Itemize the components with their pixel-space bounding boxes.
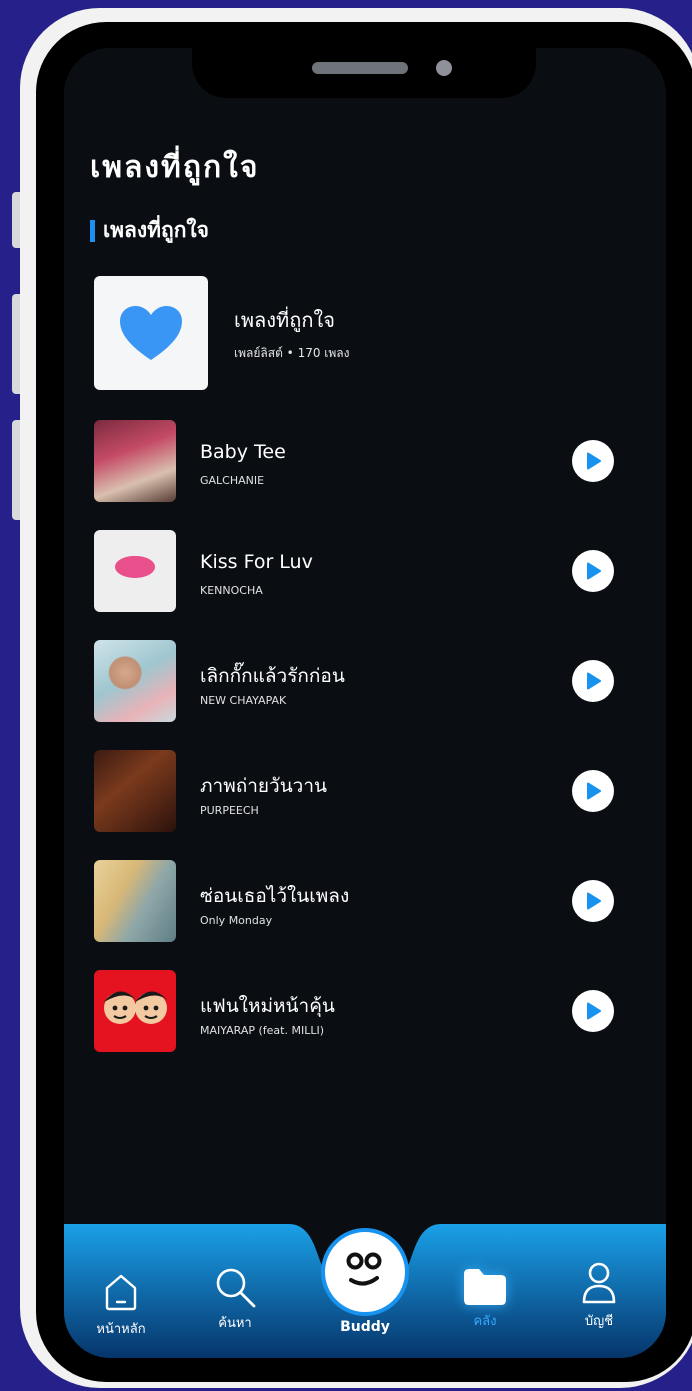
album-cover (94, 530, 176, 612)
nav-library-label: คลัง (473, 1314, 497, 1329)
search-icon (216, 1268, 256, 1308)
album-cover (94, 640, 176, 722)
folder-icon (464, 1269, 506, 1305)
song-artist: PURPEECH (200, 804, 259, 817)
play-icon (587, 782, 601, 800)
song-artist: KENNOCHA (200, 584, 263, 597)
nav-home-label: หน้าหลัก (96, 1322, 146, 1337)
song-artist: MAIYARAP (feat. MILLI) (200, 1024, 325, 1037)
playlist-cover (94, 276, 208, 390)
song-row[interactable]: แฟนใหม่หน้าคุ้น MAIYARAP (feat. MILLI) (94, 970, 624, 1080)
heart-icon (120, 306, 182, 360)
playlist-name: เพลงที่ถูกใจ (234, 307, 335, 332)
song-artist: Only Monday (200, 914, 273, 927)
play-button[interactable] (572, 550, 614, 592)
page-title: เพลงที่ถูกใจ (90, 150, 260, 185)
song-row[interactable]: ซ่อนเธอไว้ในเพลง Only Monday (94, 860, 624, 970)
nav-search-label: ค้นหา (218, 1316, 252, 1331)
user-icon (582, 1262, 616, 1304)
bottom-navigation-bar: หน้าหลัก ค้นหา Buddy คลัง บัญชี (64, 1224, 666, 1358)
section-header: เพลงที่ถูกใจ (90, 214, 209, 247)
song-row[interactable]: เลิกกั๊กแล้วรักก่อน NEW CHAYAPAK (94, 640, 624, 750)
song-artist: NEW CHAYAPAK (200, 694, 287, 707)
play-button[interactable] (572, 990, 614, 1032)
playlist-meta: เพลย์ลิสต์ • 170 เพลง (234, 345, 350, 360)
song-title: Baby Tee (200, 441, 286, 463)
nav-home[interactable]: หน้าหลัก (76, 1272, 166, 1339)
song-row[interactable]: Baby Tee GALCHANIE (94, 420, 624, 530)
play-button[interactable] (572, 440, 614, 482)
nav-search[interactable]: ค้นหา (190, 1264, 280, 1333)
buddy-face-icon (346, 1252, 382, 1286)
play-icon (587, 892, 601, 910)
phone-notch (192, 48, 536, 98)
song-title: แฟนใหม่หน้าคุ้น (200, 995, 335, 1017)
album-cover (94, 420, 176, 502)
buddy-button[interactable] (321, 1228, 409, 1316)
song-row[interactable]: Kiss For Luv KENNOCHA (94, 530, 624, 640)
play-icon (587, 452, 601, 470)
song-title: ภาพถ่ายวันวาน (200, 775, 328, 797)
liked-songs-playlist[interactable]: เพลงที่ถูกใจ เพลย์ลิสต์ • 170 เพลง (94, 276, 634, 390)
speaker-grille (312, 62, 408, 74)
album-cover (94, 860, 176, 942)
song-list: Baby Tee GALCHANIE Kiss For Luv KENNOCHA… (94, 420, 624, 1080)
song-artist: GALCHANIE (200, 474, 265, 487)
song-row[interactable]: ภาพถ่ายวันวาน PURPEECH (94, 750, 624, 860)
nav-buddy-label: Buddy (340, 1319, 390, 1335)
app-screen: เพลงที่ถูกใจ เพลงที่ถูกใจ เพลงที่ถูกใจ เ… (64, 48, 666, 1358)
front-camera (436, 60, 452, 76)
play-button[interactable] (572, 880, 614, 922)
nav-library[interactable]: คลัง (440, 1264, 530, 1331)
play-button[interactable] (572, 770, 614, 812)
section-accent-bar (90, 219, 95, 242)
play-icon (587, 562, 601, 580)
nav-account[interactable]: บัญชี (554, 1260, 644, 1331)
play-button[interactable] (572, 660, 614, 702)
album-cover (94, 750, 176, 832)
album-cover (94, 970, 176, 1052)
play-icon (587, 672, 601, 690)
song-title: ซ่อนเธอไว้ในเพลง (200, 885, 350, 907)
nav-account-label: บัญชี (584, 1314, 614, 1329)
cartoon-faces-illustration (104, 991, 167, 1024)
song-title: เลิกกั๊กแล้วรักก่อน (200, 665, 345, 687)
section-title: เพลงที่ถูกใจ (103, 218, 209, 242)
play-icon (587, 1002, 601, 1020)
home-icon (105, 1274, 137, 1311)
song-title: Kiss For Luv (200, 551, 313, 573)
